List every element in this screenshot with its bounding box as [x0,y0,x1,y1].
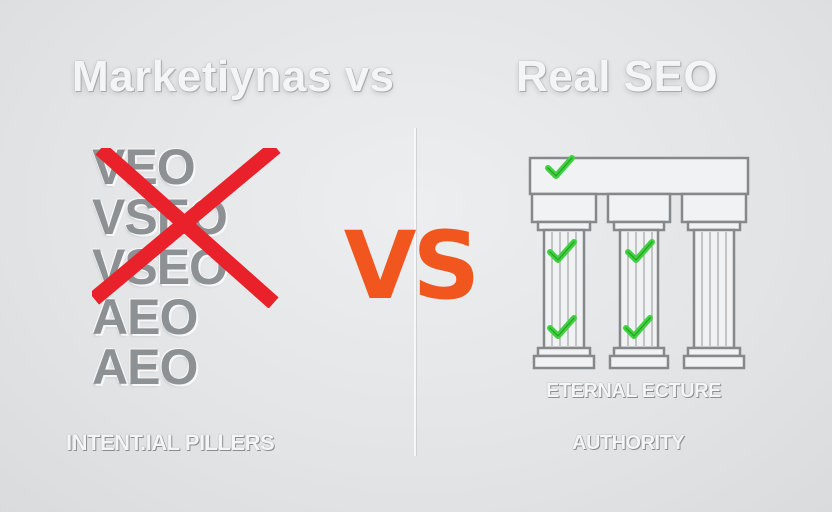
left-caption: INTENT.IAL PILLERS [66,430,275,455]
right-caption-primary: ETERNAL ECTURE [546,380,721,402]
buzzword-aeo-2: AEO [92,339,198,395]
vs-label: VS [343,212,480,321]
red-cross-icon [92,148,281,308]
right-title: Real SEO [516,52,719,101]
pillars-icon [528,155,750,370]
right-caption-secondary: AUTHORITY [572,432,685,454]
left-title: Marketiynas vs [72,52,395,101]
